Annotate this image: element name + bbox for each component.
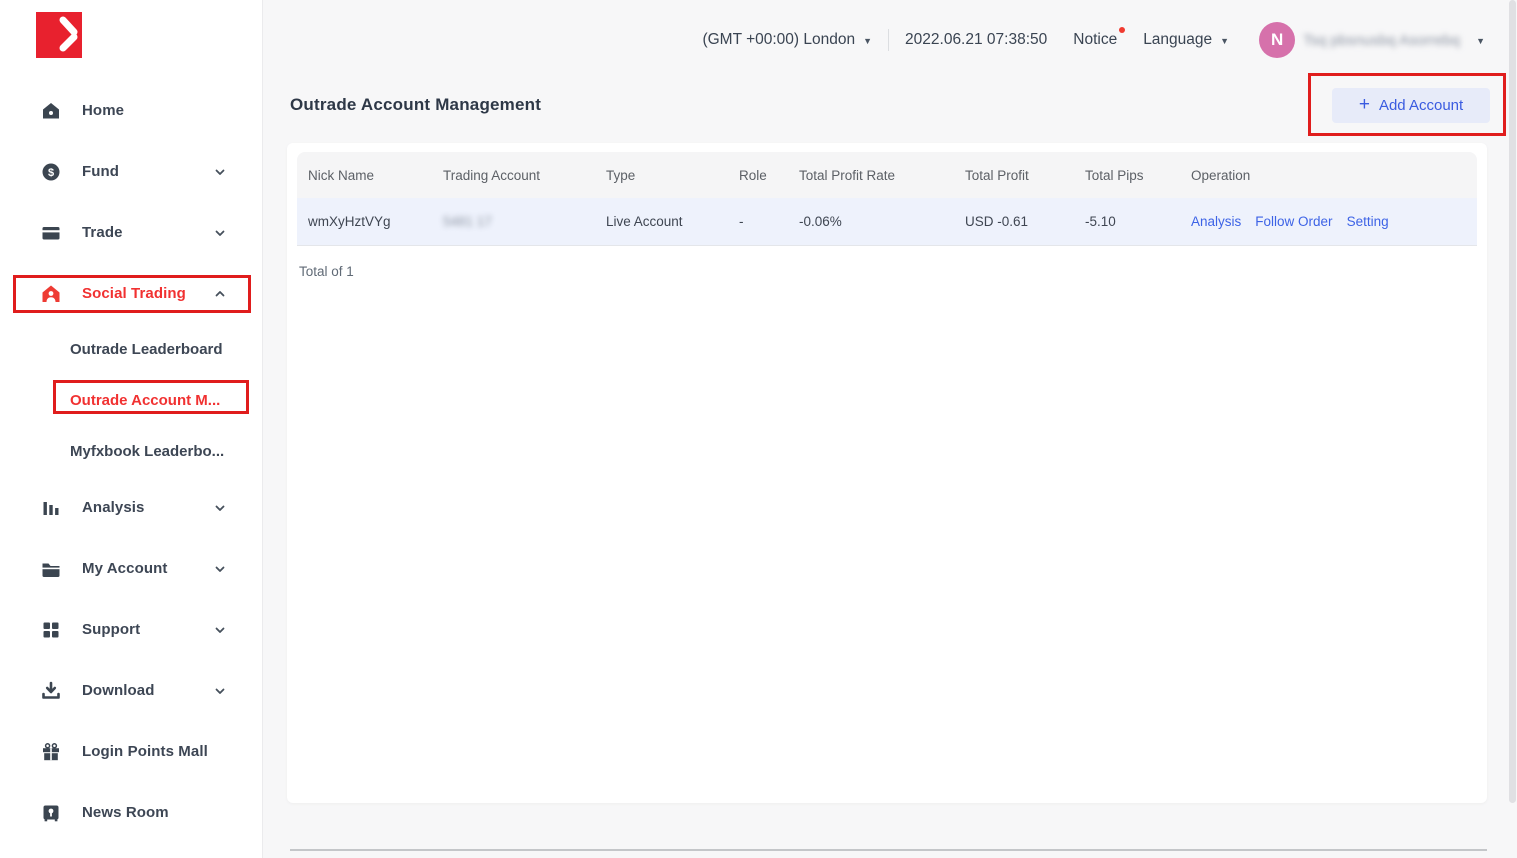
column-header: Trading Account xyxy=(432,152,595,198)
account-table-card: Nick Name Trading Account Type Role Tota… xyxy=(287,143,1487,803)
sidebar-item-label: Fund xyxy=(82,163,119,180)
sidebar-item-outrade-leaderboard[interactable]: Outrade Leaderboard xyxy=(0,324,262,375)
total-profit-rate-cell: -0.06% xyxy=(788,198,954,245)
topbar-divider xyxy=(888,29,889,51)
type-cell: Live Account xyxy=(595,198,728,245)
scrollbar-thumb[interactable] xyxy=(1509,0,1516,803)
sidebar-item-social-trading[interactable]: Social Trading xyxy=(0,263,262,324)
grid-icon xyxy=(40,619,62,641)
sidebar-item-label: Login Points Mall xyxy=(82,743,208,760)
username-masked: Tsq pbsnusbq Asorrebq xyxy=(1303,32,1468,49)
sidebar-item-news-room[interactable]: News Room xyxy=(0,782,262,843)
chevron-down-icon[interactable]: ▼ xyxy=(1476,36,1485,46)
sidebar-item-outrade-account-management[interactable]: Outrade Account M... xyxy=(0,375,262,426)
chevron-down-icon xyxy=(214,166,226,178)
brand-logo-icon[interactable] xyxy=(36,12,82,58)
topbar: (GMT +00:00) London ▼ 2022.06.21 07:38:5… xyxy=(263,0,1485,80)
svg-text:$: $ xyxy=(48,167,54,179)
plus-icon: + xyxy=(1359,95,1370,114)
chevron-down-icon xyxy=(214,685,226,697)
chevron-down-icon xyxy=(214,227,226,239)
sidebar-nav: Home $ Fund Trade Social Trading xyxy=(0,80,262,843)
setting-link[interactable]: Setting xyxy=(1347,214,1389,229)
analysis-icon xyxy=(40,497,62,519)
add-account-button[interactable]: + Add Account xyxy=(1332,88,1490,123)
page-scrollbar[interactable] xyxy=(1508,0,1517,858)
total-count-label: Total of 1 xyxy=(299,264,1477,279)
table-row: wmXyHztVYg 5481 17 Live Account - -0.06%… xyxy=(297,198,1477,246)
home-icon xyxy=(40,100,62,122)
total-pips-cell: -5.10 xyxy=(1074,198,1180,245)
sidebar: Home $ Fund Trade Social Trading xyxy=(0,0,263,858)
footer-divider xyxy=(290,849,1487,851)
sidebar-item-label: Outrade Account M... xyxy=(70,392,220,409)
analysis-link[interactable]: Analysis xyxy=(1191,214,1241,229)
main-content: (GMT +00:00) London ▼ 2022.06.21 07:38:5… xyxy=(263,0,1517,858)
folder-icon xyxy=(40,558,62,580)
sidebar-item-label: Outrade Leaderboard xyxy=(70,341,223,358)
chevron-down-icon xyxy=(214,502,226,514)
column-header: Operation xyxy=(1180,152,1477,198)
sidebar-item-myfxbook-leaderboard[interactable]: Myfxbook Leaderbo... xyxy=(0,426,262,477)
trading-account-cell-masked: 5481 17 xyxy=(443,214,492,229)
news-room-icon xyxy=(40,802,62,824)
add-account-label: Add Account xyxy=(1379,97,1463,114)
datetime-display: 2022.06.21 07:38:50 xyxy=(905,31,1047,49)
column-header: Total Pips xyxy=(1074,152,1180,198)
notice-link[interactable]: Notice xyxy=(1073,31,1117,49)
sidebar-item-login-points-mall[interactable]: Login Points Mall xyxy=(0,721,262,782)
avatar[interactable]: N xyxy=(1259,22,1295,58)
notification-dot xyxy=(1119,27,1125,33)
nick-name-cell: wmXyHztVYg xyxy=(297,198,432,245)
sidebar-item-label: Home xyxy=(82,102,124,119)
timezone-selector[interactable]: (GMT +00:00) London ▼ xyxy=(702,31,872,49)
trade-icon xyxy=(40,222,62,244)
sidebar-item-my-account[interactable]: My Account xyxy=(0,538,262,599)
sidebar-item-analysis[interactable]: Analysis xyxy=(0,477,262,538)
table-header-row: Nick Name Trading Account Type Role Tota… xyxy=(297,152,1477,198)
column-header: Nick Name xyxy=(297,152,432,198)
sidebar-item-home[interactable]: Home xyxy=(0,80,262,141)
timezone-label: (GMT +00:00) London xyxy=(702,31,855,49)
sidebar-item-label: My Account xyxy=(82,560,167,577)
total-profit-cell: USD -0.61 xyxy=(954,198,1074,245)
sidebar-item-label: News Room xyxy=(82,804,169,821)
chevron-down-icon: ▼ xyxy=(863,36,872,46)
chevron-down-icon xyxy=(214,563,226,575)
column-header: Total Profit Rate xyxy=(788,152,954,198)
download-icon xyxy=(40,680,62,702)
sidebar-item-label: Support xyxy=(82,621,140,638)
sidebar-item-label: Analysis xyxy=(82,499,145,516)
sidebar-item-label: Download xyxy=(82,682,154,699)
sidebar-item-fund[interactable]: $ Fund xyxy=(0,141,262,202)
sidebar-item-download[interactable]: Download xyxy=(0,660,262,721)
sidebar-item-label: Myfxbook Leaderbo... xyxy=(70,443,224,460)
chevron-down-icon: ▼ xyxy=(1220,36,1229,46)
fund-icon: $ xyxy=(40,161,62,183)
chevron-up-icon xyxy=(214,288,226,300)
sidebar-item-trade[interactable]: Trade xyxy=(0,202,262,263)
gift-icon xyxy=(40,741,62,763)
page-title: Outrade Account Management xyxy=(290,95,541,115)
notice-label: Notice xyxy=(1073,31,1117,49)
column-header: Total Profit xyxy=(954,152,1074,198)
column-header: Type xyxy=(595,152,728,198)
operation-cell: Analysis Follow Order Setting xyxy=(1180,198,1477,245)
sidebar-item-support[interactable]: Support xyxy=(0,599,262,660)
social-trading-icon xyxy=(40,283,62,305)
language-label: Language xyxy=(1143,31,1212,49)
language-selector[interactable]: Language ▼ xyxy=(1143,31,1229,49)
sidebar-item-label: Trade xyxy=(82,224,123,241)
role-cell: - xyxy=(728,198,788,245)
follow-order-link[interactable]: Follow Order xyxy=(1255,214,1332,229)
column-header: Role xyxy=(728,152,788,198)
sidebar-item-label: Social Trading xyxy=(82,285,186,302)
chevron-down-icon xyxy=(214,624,226,636)
